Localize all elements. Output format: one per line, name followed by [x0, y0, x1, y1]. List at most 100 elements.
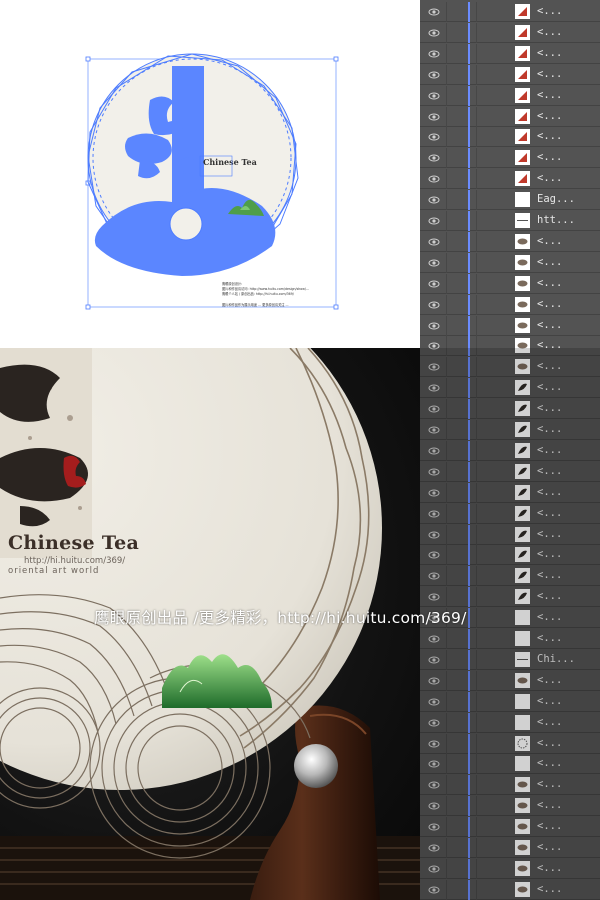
eye-icon[interactable] [428, 361, 440, 373]
layers-panel[interactable]: <... <... <... <... <... <... <... <... <... Eag.… [420, 0, 600, 900]
layer-name[interactable]: <... [537, 757, 562, 769]
eye-icon[interactable] [428, 696, 440, 708]
eye-icon[interactable] [428, 529, 440, 541]
layer-row[interactable]: <... [420, 838, 600, 858]
layer-name[interactable]: <... [537, 486, 562, 498]
eye-icon[interactable] [428, 549, 440, 561]
eye-icon[interactable] [428, 758, 440, 770]
eye-icon[interactable] [428, 340, 440, 352]
layer-row[interactable]: Eag... [420, 190, 600, 210]
eye-icon[interactable] [428, 257, 440, 269]
layer-name[interactable]: <... [537, 548, 562, 560]
eye-icon[interactable] [428, 487, 440, 499]
layer-name[interactable]: <... [537, 423, 562, 435]
layer-row[interactable]: <... [420, 775, 600, 795]
layer-row[interactable]: <... [420, 336, 600, 356]
layer-name[interactable]: <... [537, 110, 562, 122]
layer-row[interactable]: <... [420, 232, 600, 252]
layer-name[interactable]: <... [537, 569, 562, 581]
layer-row[interactable]: <... [420, 441, 600, 461]
eye-icon[interactable] [428, 69, 440, 81]
layer-name[interactable]: <... [537, 590, 562, 602]
eye-icon[interactable] [428, 800, 440, 812]
layer-row[interactable]: <... [420, 462, 600, 482]
layer-row[interactable]: Chi... [420, 650, 600, 670]
layer-name[interactable]: <... [537, 716, 562, 728]
layer-name[interactable]: <... [537, 277, 562, 289]
eye-icon[interactable] [428, 654, 440, 666]
eye-icon[interactable] [428, 591, 440, 603]
layer-row[interactable]: <... [420, 754, 600, 774]
eye-icon[interactable] [428, 152, 440, 164]
layer-row[interactable]: <... [420, 880, 600, 900]
eye-icon[interactable] [428, 466, 440, 478]
eye-icon[interactable] [428, 27, 440, 39]
layer-name[interactable]: <... [537, 778, 562, 790]
layer-row[interactable]: <... [420, 274, 600, 294]
eye-icon[interactable] [428, 194, 440, 206]
layer-row[interactable]: <... [420, 692, 600, 712]
eye-icon[interactable] [428, 717, 440, 729]
layer-name[interactable]: <... [537, 235, 562, 247]
layer-name[interactable]: <... [537, 89, 562, 101]
layer-name[interactable]: <... [537, 339, 562, 351]
layer-row[interactable]: <... [420, 148, 600, 168]
layer-row[interactable]: <... [420, 378, 600, 398]
layer-name[interactable]: <... [537, 5, 562, 17]
layer-row[interactable]: <... [420, 420, 600, 440]
eye-icon[interactable] [428, 863, 440, 875]
layer-name[interactable]: <... [537, 611, 562, 623]
layer-row[interactable]: <... [420, 713, 600, 733]
eye-icon[interactable] [428, 299, 440, 311]
eye-icon[interactable] [428, 675, 440, 687]
eye-icon[interactable] [428, 738, 440, 750]
layer-row[interactable]: <... [420, 86, 600, 106]
layer-name[interactable]: <... [537, 862, 562, 874]
layer-row[interactable]: <... [420, 44, 600, 64]
artboard-canvas[interactable]: Chinese Tea 鹰眼原创设计: 图片和作品请访问: http://www… [0, 0, 420, 348]
layer-row[interactable]: <... [420, 671, 600, 691]
eye-icon[interactable] [428, 131, 440, 143]
eye-icon[interactable] [428, 215, 440, 227]
layer-name[interactable]: <... [537, 737, 562, 749]
eye-icon[interactable] [428, 403, 440, 415]
eye-icon[interactable] [428, 445, 440, 457]
layer-row[interactable]: <... [420, 2, 600, 22]
layer-name[interactable]: <... [537, 26, 562, 38]
eye-icon[interactable] [428, 48, 440, 60]
eye-icon[interactable] [428, 111, 440, 123]
layer-name[interactable]: <... [537, 674, 562, 686]
eye-icon[interactable] [428, 779, 440, 791]
layer-name[interactable]: <... [537, 68, 562, 80]
layer-row[interactable]: <... [420, 357, 600, 377]
layer-row[interactable]: <... [420, 316, 600, 336]
eye-icon[interactable] [428, 382, 440, 394]
layer-name[interactable]: Chi... [537, 653, 575, 665]
layer-name[interactable]: <... [537, 444, 562, 456]
layer-row[interactable]: <... [420, 796, 600, 816]
eye-icon[interactable] [428, 424, 440, 436]
layer-name[interactable]: <... [537, 172, 562, 184]
layer-name[interactable]: <... [537, 695, 562, 707]
layer-row[interactable]: <... [420, 23, 600, 43]
layer-name[interactable]: <... [537, 151, 562, 163]
layer-name[interactable]: htt... [537, 214, 575, 226]
layer-name[interactable]: <... [537, 381, 562, 393]
eye-icon[interactable] [428, 236, 440, 248]
layer-row[interactable]: <... [420, 399, 600, 419]
layer-row[interactable]: <... [420, 859, 600, 879]
layer-name[interactable]: <... [537, 402, 562, 414]
layer-name[interactable]: <... [537, 507, 562, 519]
layer-name[interactable]: <... [537, 360, 562, 372]
layer-name[interactable]: <... [537, 465, 562, 477]
layer-name[interactable]: Eag... [537, 193, 575, 205]
layer-row[interactable]: <... [420, 587, 600, 607]
layer-row[interactable]: <... [420, 65, 600, 85]
layer-row[interactable]: <... [420, 504, 600, 524]
layer-name[interactable]: <... [537, 883, 562, 895]
layer-row[interactable]: <... [420, 629, 600, 649]
eye-icon[interactable] [428, 6, 440, 18]
layer-row[interactable]: <... [420, 107, 600, 127]
eye-icon[interactable] [428, 173, 440, 185]
layer-name[interactable]: <... [537, 820, 562, 832]
